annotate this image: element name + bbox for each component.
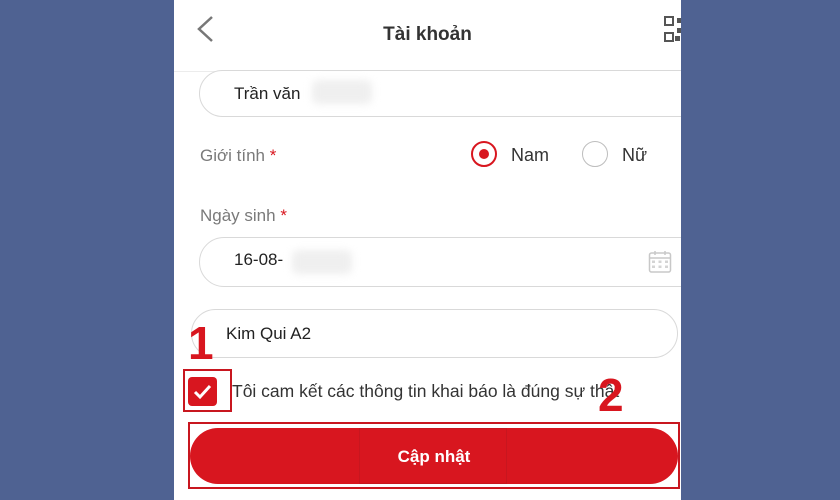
app-header: Tài khoản bbox=[174, 0, 681, 72]
address-value: Kim Qui A2 bbox=[226, 324, 312, 343]
checkbox-highlight-box bbox=[183, 369, 232, 412]
birthdate-value: 16-08- bbox=[234, 250, 284, 269]
name-redaction bbox=[312, 80, 372, 104]
gender-label: Giới tính * bbox=[200, 146, 277, 165]
birthdate-label: Ngày sinh * bbox=[200, 206, 287, 225]
qr-button[interactable] bbox=[664, 16, 681, 44]
name-value: Trần văn bbox=[234, 84, 301, 103]
step-marker-2: 2 bbox=[598, 369, 624, 421]
page-title: Tài khoản bbox=[383, 24, 472, 45]
consent-text: Tôi cam kết các thông tin khai báo là đú… bbox=[232, 381, 620, 401]
gender-label-male: Nam bbox=[511, 145, 550, 165]
calendar-icon[interactable] bbox=[648, 250, 672, 274]
qr-code-icon bbox=[664, 16, 681, 42]
gender-radio-male[interactable] bbox=[471, 141, 497, 167]
button-label-highlight-box bbox=[359, 428, 507, 484]
gender-label-female: Nữ bbox=[622, 145, 648, 165]
step-marker-1: 1 bbox=[188, 317, 214, 369]
birthdate-redaction bbox=[292, 250, 352, 274]
gender-radio-female[interactable] bbox=[582, 141, 608, 167]
